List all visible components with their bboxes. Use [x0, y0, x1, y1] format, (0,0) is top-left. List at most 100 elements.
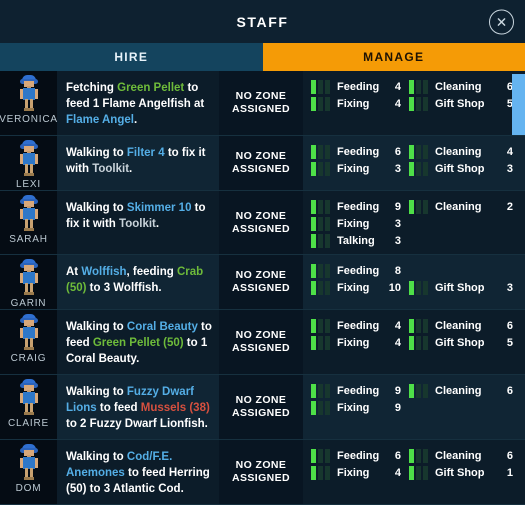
task-text-segment: .: [155, 218, 160, 230]
staff-row[interactable]: SARAH Walking to Skimmer 10 to fix it wit…: [0, 191, 525, 255]
scrollbar-thumb[interactable]: [512, 74, 525, 135]
zone-assignment[interactable]: NO ZONE ASSIGNED: [219, 71, 303, 135]
skill-column-right: Cleaning 6: [409, 383, 521, 433]
skill-entry: Fixing 3: [311, 161, 409, 176]
staff-skills: Feeding 4 Fixing 4 Cleaning 6 Gift Shop 5: [303, 310, 525, 374]
skill-bar-segment: [325, 233, 330, 248]
skill-bar-segment: [318, 465, 323, 480]
skill-bar-segment: [311, 335, 316, 350]
staff-row[interactable]: VERONICA Fetching Green Pellet to feed 1 …: [0, 71, 525, 136]
staff-avatar-cell[interactable]: GARIN: [0, 255, 57, 309]
page-title: STAFF: [236, 13, 289, 30]
skill-column-right: Cleaning 6 Gift Shop 5: [409, 318, 521, 368]
skill-bar-segment: [325, 318, 330, 333]
skill-bar-segment: [416, 96, 421, 111]
skill-value: 9: [394, 200, 401, 213]
avatar: [14, 75, 44, 113]
skill-bar-segment: [423, 448, 428, 463]
skill-entry: Cleaning 6: [409, 79, 521, 94]
skill-value: 3: [394, 234, 401, 247]
skill-bar-segment: [318, 199, 323, 214]
skill-bar-segment: [318, 216, 323, 231]
close-icon[interactable]: [489, 9, 514, 34]
skill-bar-segment: [318, 383, 323, 398]
skill-column-right: Cleaning 2: [409, 199, 521, 248]
tab-bar: HIRE MANAGE: [0, 43, 525, 71]
task-text-segment: to 2 Fuzzy Dwarf Lionfish.: [66, 418, 208, 430]
skill-bar-segment: [325, 216, 330, 231]
staff-panel: STAFF HIRE MANAGE VERONICA Fetching Green…: [0, 0, 525, 505]
skill-bar-segment: [409, 280, 414, 295]
staff-row[interactable]: GARIN At Wolffish, feeding Crab (50) to 3…: [0, 255, 525, 310]
skill-bar-segment: [416, 465, 421, 480]
skill-bar-segment: [416, 280, 421, 295]
skill-bar-segment: [409, 144, 414, 159]
staff-avatar-cell[interactable]: DOM: [0, 440, 57, 504]
zone-assignment[interactable]: NO ZONE ASSIGNED: [219, 255, 303, 309]
tab-manage[interactable]: MANAGE: [262, 43, 525, 71]
skill-level-bar: [311, 335, 330, 350]
skill-value: 6: [394, 449, 401, 462]
skill-bar-segment: [409, 465, 414, 480]
skill-name: Feeding: [337, 319, 380, 332]
skill-bar-segment: [325, 199, 330, 214]
skill-bar-segment: [409, 383, 414, 398]
zone-assignment[interactable]: NO ZONE ASSIGNED: [219, 191, 303, 254]
staff-name: SARAH: [9, 234, 48, 245]
avatar: [14, 379, 44, 417]
skill-bar-segment: [318, 318, 323, 333]
staff-row[interactable]: CRAIG Walking to Coral Beauty to feed Gre…: [0, 310, 525, 375]
skill-name: Feeding: [337, 200, 380, 213]
staff-avatar-cell[interactable]: SARAH: [0, 191, 57, 254]
skill-column-left: Feeding 6 Fixing 3: [311, 144, 409, 184]
skill-bar-segment: [311, 263, 316, 278]
skill-bar-segment: [416, 199, 421, 214]
skill-bar-segment: [409, 318, 414, 333]
skill-bar-segment: [409, 79, 414, 94]
staff-avatar-cell[interactable]: CLAIRE: [0, 375, 57, 439]
scrollbar-track[interactable]: [512, 71, 525, 505]
skill-bar-segment: [311, 465, 316, 480]
skill-level-bar: [311, 318, 330, 333]
avatar: [14, 314, 44, 352]
skill-level-bar: [409, 448, 428, 463]
skill-name: Cleaning: [435, 319, 482, 332]
skill-bar-segment: [311, 199, 316, 214]
skill-level-bar: [311, 199, 330, 214]
task-text-segment: Walking to: [66, 451, 127, 463]
skill-bar-segment: [325, 448, 330, 463]
staff-avatar-cell[interactable]: CRAIG: [0, 310, 57, 374]
skill-level-bar: [409, 383, 428, 398]
skill-bar-segment: [423, 161, 428, 176]
task-text-segment: Green Pellet: [117, 82, 185, 94]
zone-assignment[interactable]: NO ZONE ASSIGNED: [219, 310, 303, 374]
skill-level-bar: [409, 79, 428, 94]
staff-name: CLAIRE: [8, 418, 49, 429]
zone-assignment[interactable]: NO ZONE ASSIGNED: [219, 440, 303, 504]
skill-entry: Cleaning 6: [409, 383, 521, 398]
skill-value: 3: [394, 162, 401, 175]
staff-row[interactable]: DOM Walking to Cod/F.E. Anemones to feed …: [0, 440, 525, 505]
skill-entry: Talking 3: [311, 233, 409, 248]
staff-row[interactable]: LEXI Walking to Filter 4 to fix it with T…: [0, 136, 525, 191]
skill-name: Cleaning: [435, 145, 482, 158]
skill-bar-segment: [409, 448, 414, 463]
staff-row[interactable]: CLAIRE Walking to Fuzzy Dwarf Lions to fe…: [0, 375, 525, 440]
staff-skills: Feeding 9 Fixing 3 Talking 3 Cleaning 2: [303, 191, 525, 254]
skill-entry: Feeding 9: [311, 199, 409, 214]
staff-name: DOM: [15, 483, 42, 494]
tab-hire[interactable]: HIRE: [0, 43, 263, 71]
zone-assignment[interactable]: NO ZONE ASSIGNED: [219, 375, 303, 439]
skill-entry: Feeding 6: [311, 144, 409, 159]
skill-name: Gift Shop: [435, 97, 485, 110]
skill-value: 4: [394, 80, 401, 93]
staff-avatar-cell[interactable]: LEXI: [0, 136, 57, 190]
skill-level-bar: [409, 335, 428, 350]
skill-column-left: Feeding 6 Fixing 4: [311, 448, 409, 498]
skill-bar-segment: [423, 79, 428, 94]
skill-bar-segment: [423, 96, 428, 111]
zone-assignment[interactable]: NO ZONE ASSIGNED: [219, 136, 303, 190]
staff-avatar-cell[interactable]: VERONICA: [0, 71, 57, 135]
skill-name: Cleaning: [435, 80, 482, 93]
skill-entry: Feeding 6: [311, 448, 409, 463]
